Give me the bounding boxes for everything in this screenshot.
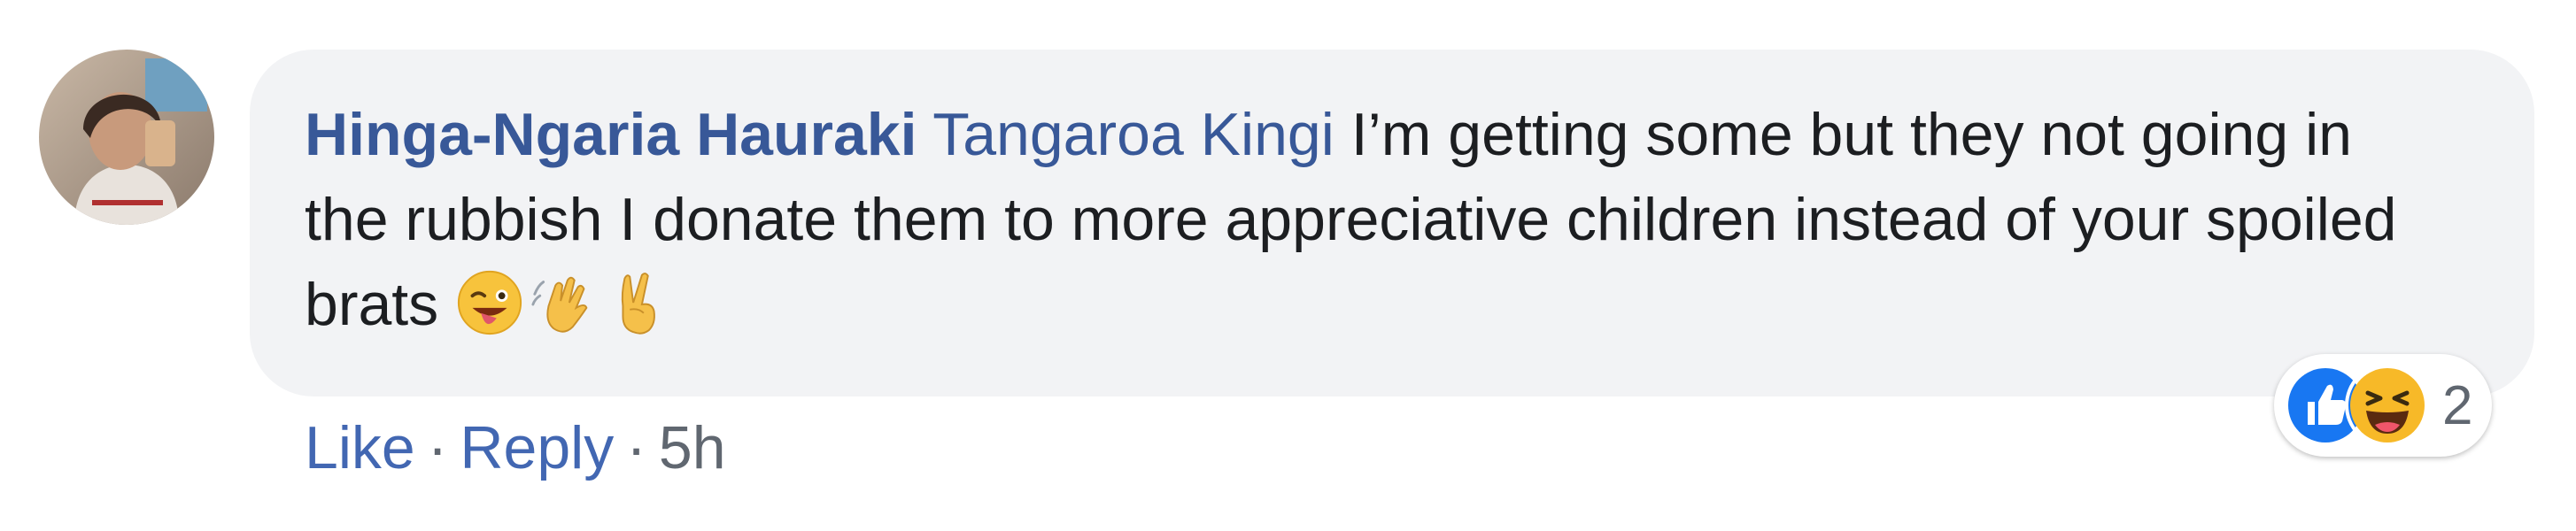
separator: · — [626, 414, 646, 481]
separator: · — [427, 414, 448, 481]
winking-face-with-tongue-icon — [455, 268, 524, 337]
haha-icon — [2345, 363, 2430, 448]
comment-author-link[interactable]: Hinga-Ngaria Hauraki — [305, 101, 917, 168]
mention-link[interactable]: Tangaroa Kingi — [932, 101, 1334, 168]
waving-hand-icon — [530, 268, 599, 337]
reply-button[interactable]: Reply — [460, 414, 614, 481]
reaction-count: 2 — [2442, 374, 2473, 436]
reactions-summary[interactable]: 2 — [2274, 354, 2493, 457]
profile-photo — [39, 50, 214, 225]
comment-body: Hinga-Ngaria Hauraki Tangaroa Kingi I’m … — [305, 92, 2448, 347]
victory-hand-icon — [604, 268, 673, 337]
comment-actions: Like · Reply · 5h — [305, 409, 726, 487]
comment-bubble: Hinga-Ngaria Hauraki Tangaroa Kingi I’m … — [250, 50, 2534, 396]
timestamp[interactable]: 5h — [659, 414, 726, 481]
avatar[interactable] — [39, 50, 214, 225]
like-button[interactable]: Like — [305, 414, 415, 481]
